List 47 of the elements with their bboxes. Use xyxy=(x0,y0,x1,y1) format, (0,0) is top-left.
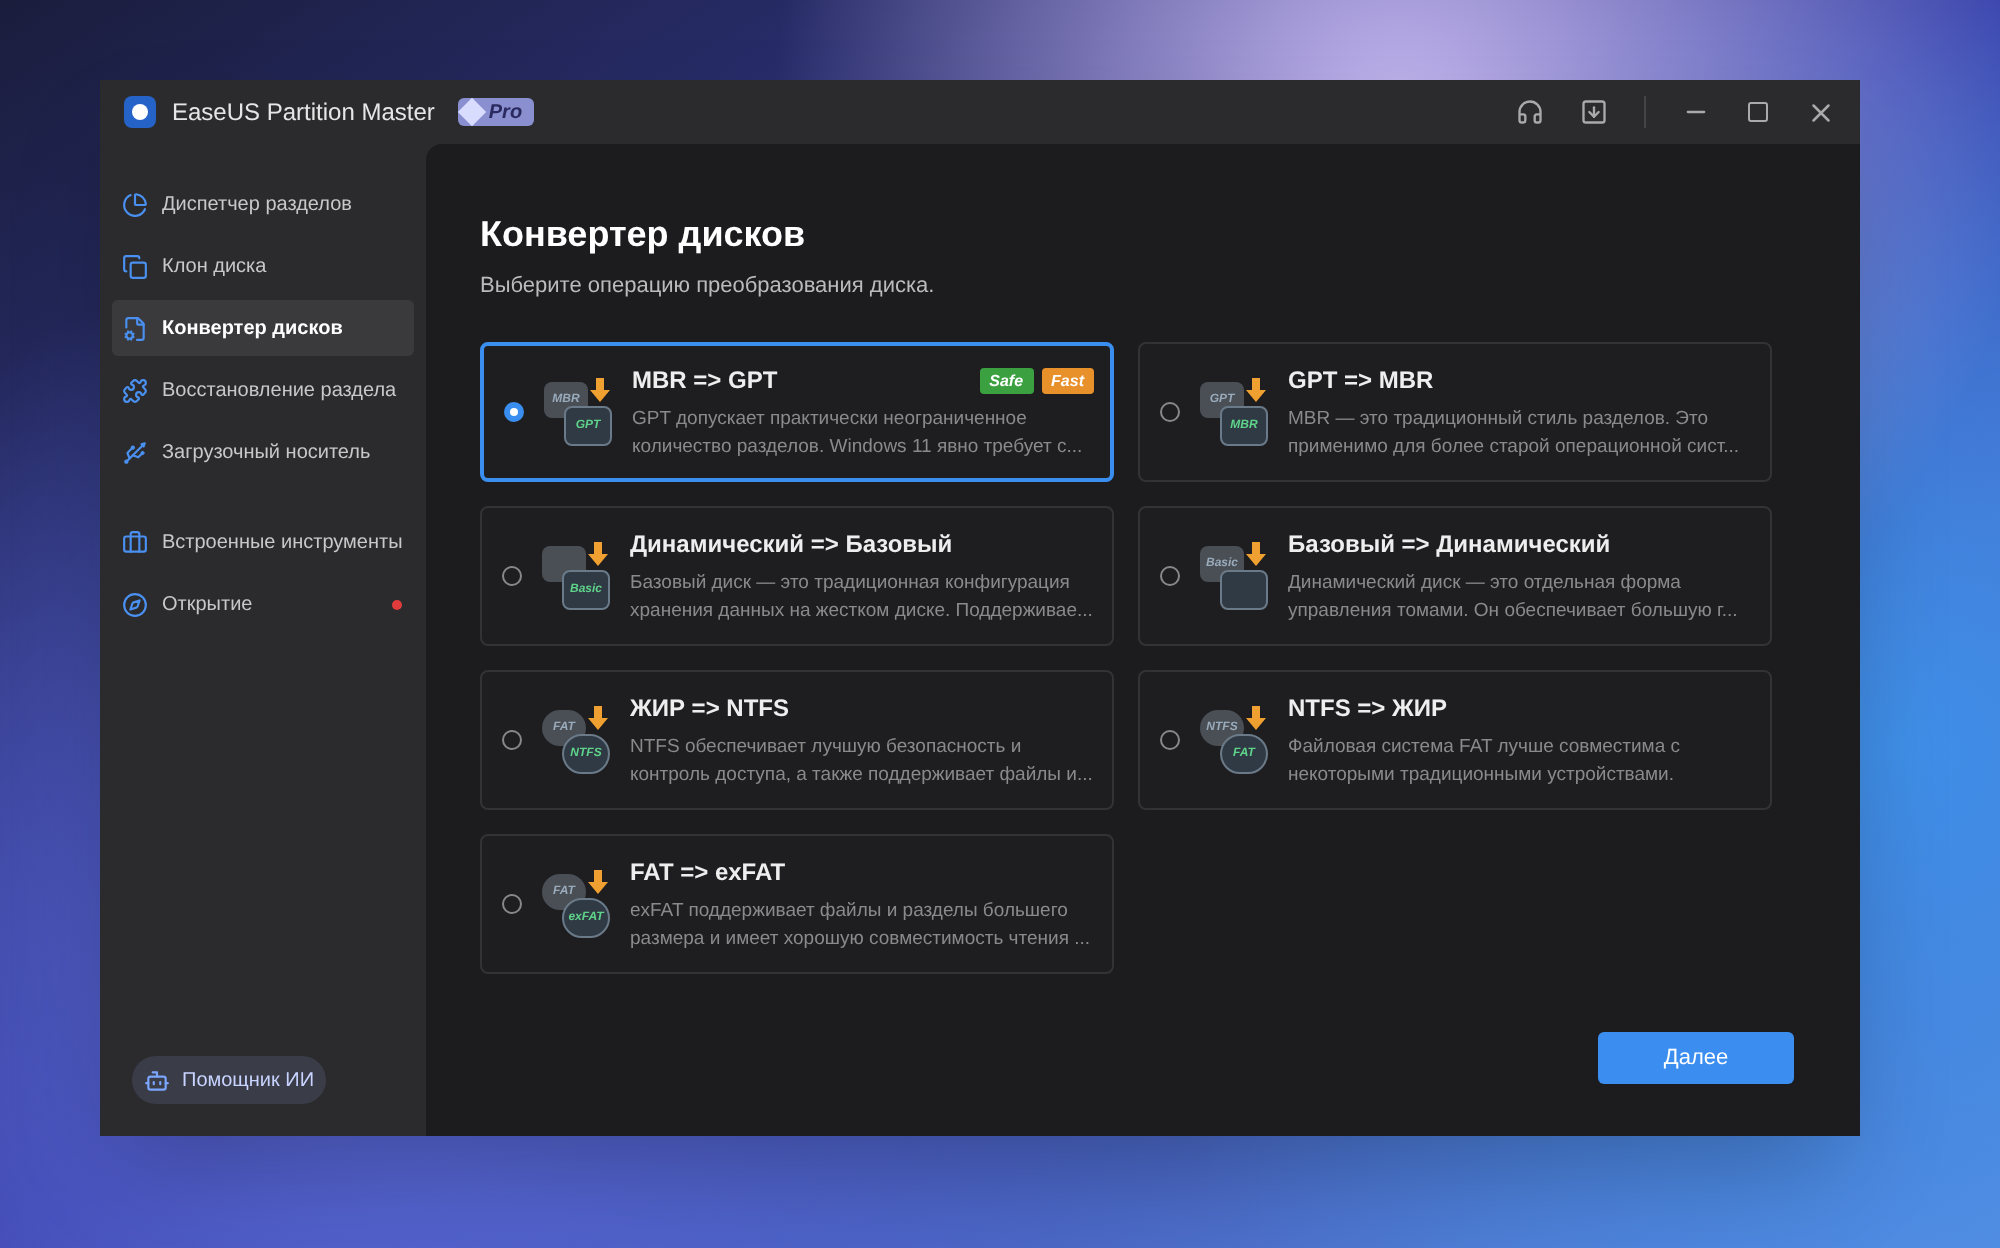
radio-button[interactable] xyxy=(504,402,524,422)
sidebar-item[interactable]: Клон диска xyxy=(112,238,414,294)
option-description: NTFS обеспечивает лучшую безопасность и контроль доступа, а также поддерживает файлы и... xyxy=(630,734,1095,790)
sidebar-item-icon xyxy=(122,377,148,403)
sidebar-item-icon xyxy=(122,529,148,555)
app-logo-icon xyxy=(124,96,156,128)
option-title: Динамический => Базовый xyxy=(630,528,955,562)
sidebar-item[interactable]: Конвертер дисков xyxy=(112,300,414,356)
option-description: MBR — это традиционный стиль разделов. Это применимо для более старой операционной сист... xyxy=(1288,406,1742,462)
robot-icon xyxy=(144,1067,170,1093)
option-title: FAT => exFAT xyxy=(630,856,788,890)
option-title: ЖИР => NTFS xyxy=(630,692,791,726)
radio-button[interactable] xyxy=(1160,730,1180,750)
option-description: Динамический диск — это отдельная форма управления томами. Он обеспечивает большую г... xyxy=(1288,570,1740,626)
download-icon[interactable] xyxy=(1580,98,1608,126)
tag-badge: Fast xyxy=(1041,367,1094,393)
edition-badge: Pro xyxy=(458,98,535,126)
radio-button[interactable] xyxy=(502,566,522,586)
window-title: EaseUS Partition Master xyxy=(172,96,435,130)
tag-badge: Safe xyxy=(979,367,1034,393)
radio-button[interactable] xyxy=(502,894,522,914)
option-description: exFAT поддерживает файлы и разделы большего размера и имеет хорошую совместимость чтения ... xyxy=(630,898,1093,954)
sidebar-item[interactable]: Диспетчер разделов xyxy=(112,176,414,232)
radio-button[interactable] xyxy=(1160,566,1180,586)
sidebar-item[interactable]: Загрузочный носитель xyxy=(112,424,414,480)
sidebar-item-icon xyxy=(122,439,148,465)
option-description: Файловая система FAT лучше совместима с некоторыми традиционными устройствами. xyxy=(1288,734,1683,790)
maximize-icon[interactable] xyxy=(1746,100,1770,124)
sidebar-item[interactable]: Восстановление раздела xyxy=(112,362,414,418)
ai-assistant-button[interactable]: Помощник ИИ xyxy=(132,1056,327,1104)
sidebar-item-icon xyxy=(122,191,148,217)
page-title: Конвертер дисков xyxy=(480,212,808,257)
sidebar-item-icon xyxy=(122,315,148,341)
sidebar-item-icon xyxy=(122,253,148,279)
option-description: GPT допускает практически неограниченное количество разделов. Windows 11 явно требует с... xyxy=(632,406,1085,462)
page-subtitle: Выберите операцию преобразования диска. xyxy=(480,271,937,301)
radio-button[interactable] xyxy=(1160,402,1180,422)
option-title: GPT => MBR xyxy=(1288,364,1436,398)
option-description: Базовый диск — это традиционная конфигурация хранения данных на жестком диске. Поддерживае... xyxy=(630,570,1095,626)
option-title: Базовый => Динамический xyxy=(1288,528,1613,562)
sidebar-item-icon xyxy=(122,591,148,617)
radio-button[interactable] xyxy=(502,730,522,750)
option-title: NTFS => ЖИР xyxy=(1288,692,1449,726)
sidebar-item[interactable]: Открытие xyxy=(112,576,414,632)
support-icon[interactable] xyxy=(1516,98,1544,126)
option-title: MBR => GPT xyxy=(632,364,780,398)
sidebar-item[interactable]: Встроенные инструменты xyxy=(112,514,414,570)
